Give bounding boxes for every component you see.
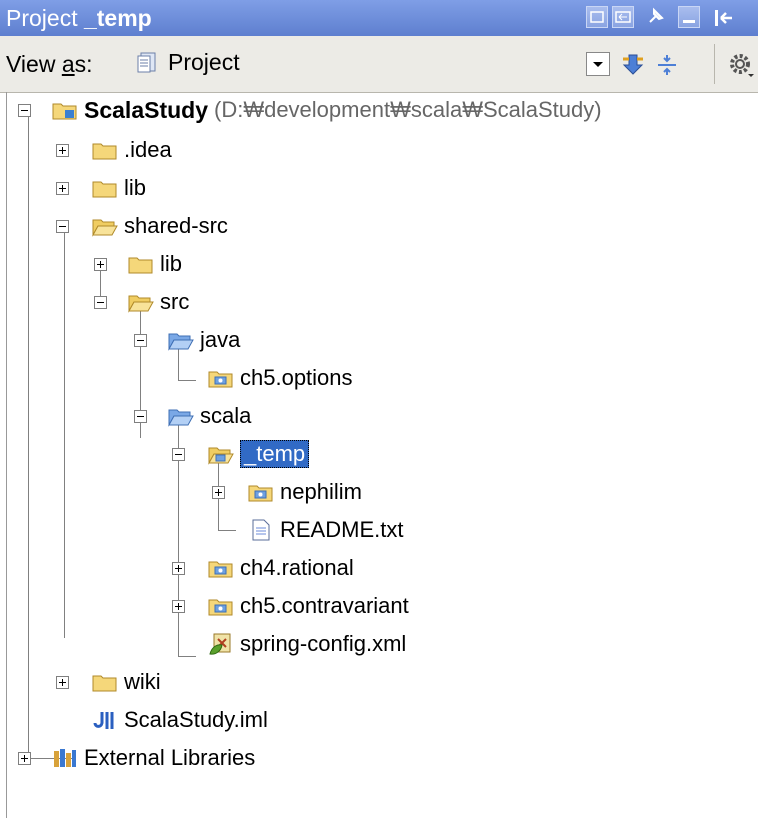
toolbar-separator xyxy=(714,44,715,84)
collapse-toggle[interactable] xyxy=(134,334,147,347)
tree-item-java[interactable]: java xyxy=(168,324,240,356)
collapse-toggle[interactable] xyxy=(172,448,185,461)
project-tree: ScalaStudy (D:₩development₩scala₩ScalaSt… xyxy=(0,92,758,818)
tree-item-src[interactable]: src xyxy=(128,286,189,318)
view-as-label: View as: xyxy=(6,51,93,77)
settings-icon[interactable] xyxy=(728,52,754,78)
expand-toggle[interactable] xyxy=(212,486,225,499)
package-icon xyxy=(208,595,234,617)
tree-connector xyxy=(178,656,196,657)
expand-toggle[interactable] xyxy=(94,258,107,271)
tree-item-wiki[interactable]: wiki xyxy=(92,666,161,698)
expand-toggle[interactable] xyxy=(56,676,69,689)
expand-toggle[interactable] xyxy=(56,182,69,195)
tree-item-spring-config[interactable]: spring-config.xml xyxy=(208,628,406,660)
expand-toggle[interactable] xyxy=(56,144,69,157)
dropdown-arrow-icon[interactable] xyxy=(586,52,610,76)
hide-icon[interactable] xyxy=(712,6,734,28)
tree-item-scala[interactable]: scala xyxy=(168,400,251,432)
tree-connector xyxy=(218,530,236,531)
folder-icon xyxy=(128,253,154,275)
tree-connector xyxy=(178,380,196,381)
collapse-all-icon[interactable] xyxy=(654,52,680,78)
iml-module-icon xyxy=(92,709,118,731)
expand-toggle[interactable] xyxy=(172,562,185,575)
folder-icon xyxy=(92,139,118,161)
project-view-icon xyxy=(136,51,160,75)
collapse-toggle[interactable] xyxy=(94,296,107,309)
autoscroll-icon[interactable] xyxy=(620,52,646,78)
tree-connector xyxy=(64,228,65,638)
libraries-icon xyxy=(52,747,78,769)
collapse-toggle[interactable] xyxy=(56,220,69,233)
source-folder-open-icon xyxy=(168,329,194,351)
tool-window-titlebar: Project _temp xyxy=(0,0,758,36)
tree-connector xyxy=(100,268,101,296)
tree-item-scalastudy-iml[interactable]: ScalaStudy.iml xyxy=(92,704,268,736)
tree-item-readme[interactable]: README.txt xyxy=(248,514,403,546)
expand-toggle[interactable] xyxy=(172,600,185,613)
package-open-icon xyxy=(208,443,234,465)
tree-item-ch5-options[interactable]: ch5.options xyxy=(208,362,353,394)
text-file-icon xyxy=(248,519,274,541)
tree-item-ch4-rational[interactable]: ch4.rational xyxy=(208,552,354,584)
move-icon[interactable] xyxy=(612,6,634,28)
pin-icon[interactable] xyxy=(644,6,666,28)
tree-item-temp[interactable]: _temp xyxy=(208,438,310,470)
open-folder-icon xyxy=(128,291,154,313)
selected-node-name: _temp xyxy=(83,5,152,31)
package-icon xyxy=(208,367,234,389)
tree-item-external-libraries[interactable]: External Libraries xyxy=(52,742,255,774)
expand-toggle[interactable] xyxy=(18,752,31,765)
tree-root-scalastudy[interactable]: ScalaStudy (D:₩development₩scala₩ScalaSt… xyxy=(52,94,602,126)
source-folder-open-icon xyxy=(168,405,194,427)
tree-item-lib[interactable]: lib xyxy=(92,172,146,204)
tree-connector xyxy=(28,116,29,758)
folder-icon xyxy=(92,177,118,199)
panel-left-border xyxy=(6,92,7,818)
tool-window-title: Project _temp xyxy=(6,5,152,31)
project-toolbar: View as: Project xyxy=(0,36,758,93)
module-folder-icon xyxy=(52,99,78,121)
package-icon xyxy=(208,557,234,579)
tree-item-idea[interactable]: .idea xyxy=(92,134,172,166)
restore-icon[interactable] xyxy=(586,6,608,28)
spring-xml-icon xyxy=(208,633,234,655)
package-icon xyxy=(248,481,274,503)
tree-item-shared-lib[interactable]: lib xyxy=(128,248,182,280)
minimize-icon[interactable] xyxy=(678,6,700,28)
tree-item-nephilim[interactable]: nephilim xyxy=(248,476,362,508)
collapse-toggle[interactable] xyxy=(18,104,31,117)
view-mode-selector[interactable]: Project xyxy=(136,49,240,76)
open-folder-icon xyxy=(92,215,118,237)
collapse-toggle[interactable] xyxy=(134,410,147,423)
folder-icon xyxy=(92,671,118,693)
tree-item-ch5-contravariant[interactable]: ch5.contravariant xyxy=(208,590,409,622)
tree-item-shared-src[interactable]: shared-src xyxy=(92,210,228,242)
